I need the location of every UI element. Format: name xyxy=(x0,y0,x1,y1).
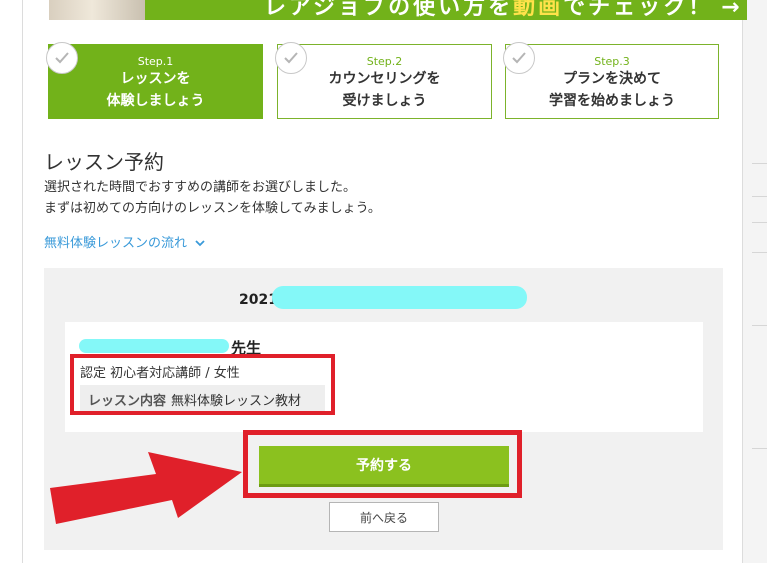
redaction-mask xyxy=(79,339,229,353)
check-icon xyxy=(46,42,78,74)
flow-link-label: 無料体験レッスンの流れ xyxy=(44,236,188,251)
gutter-divider xyxy=(752,448,767,449)
back-button[interactable]: 前へ戻る xyxy=(329,502,439,532)
gutter-divider xyxy=(752,222,767,223)
step-label-line1: レッスンを xyxy=(120,71,191,87)
gutter-divider xyxy=(752,325,767,326)
step-3: Step.3 プランを決めて 学習を始めましょう xyxy=(503,42,719,119)
step-label-line1: カウンセリングを xyxy=(328,71,441,87)
red-arrow-icon xyxy=(50,452,242,524)
annotation-highlight-teacher-info xyxy=(70,354,335,415)
step-1: Step.1 レッスンを 体験しましょう xyxy=(46,42,263,119)
gutter-divider xyxy=(752,252,767,253)
annotation-highlight-reserve xyxy=(243,430,522,498)
step-number: Step.1 xyxy=(137,55,174,68)
arrow-right-icon: → xyxy=(721,0,743,20)
step-number: Step.2 xyxy=(366,55,403,68)
step-number: Step.3 xyxy=(594,55,630,68)
page-title: レッスン予約 xyxy=(44,150,164,174)
gutter-divider xyxy=(752,196,767,197)
step-label-line2: 体験しましょう xyxy=(106,93,205,109)
right-gutter xyxy=(743,0,767,563)
video-guide-banner[interactable]: レアジョブの使い方を動画でチェック！ → xyxy=(49,0,747,20)
step-label-line2: 受けましょう xyxy=(342,93,427,109)
description-line-1: 選択された時間でおすすめの講師をお選びしました。 xyxy=(44,180,357,195)
step-label-line1: プランを決めて xyxy=(563,71,661,87)
redaction-mask xyxy=(272,286,527,309)
banner-thumbnail xyxy=(49,0,145,20)
next-section-hint xyxy=(44,556,723,563)
gutter-divider xyxy=(752,163,767,164)
banner-text: レアジョブの使い方を動画でチェック！ → xyxy=(264,0,743,20)
trial-lesson-flow-link[interactable]: 無料体験レッスンの流れ xyxy=(44,232,205,251)
description-line-2: まずは初めての方向けのレッスンを体験してみましょう。 xyxy=(44,201,381,216)
banner-highlight: 動画 xyxy=(513,0,564,20)
step-2: Step.2 カウンセリングを 受けましょう xyxy=(275,42,492,119)
check-icon xyxy=(275,42,307,74)
chevron-down-icon xyxy=(195,236,205,251)
step-label-line2: 学習を始めましょう xyxy=(549,93,675,109)
check-icon xyxy=(503,42,535,74)
page-frame-left xyxy=(22,0,23,563)
